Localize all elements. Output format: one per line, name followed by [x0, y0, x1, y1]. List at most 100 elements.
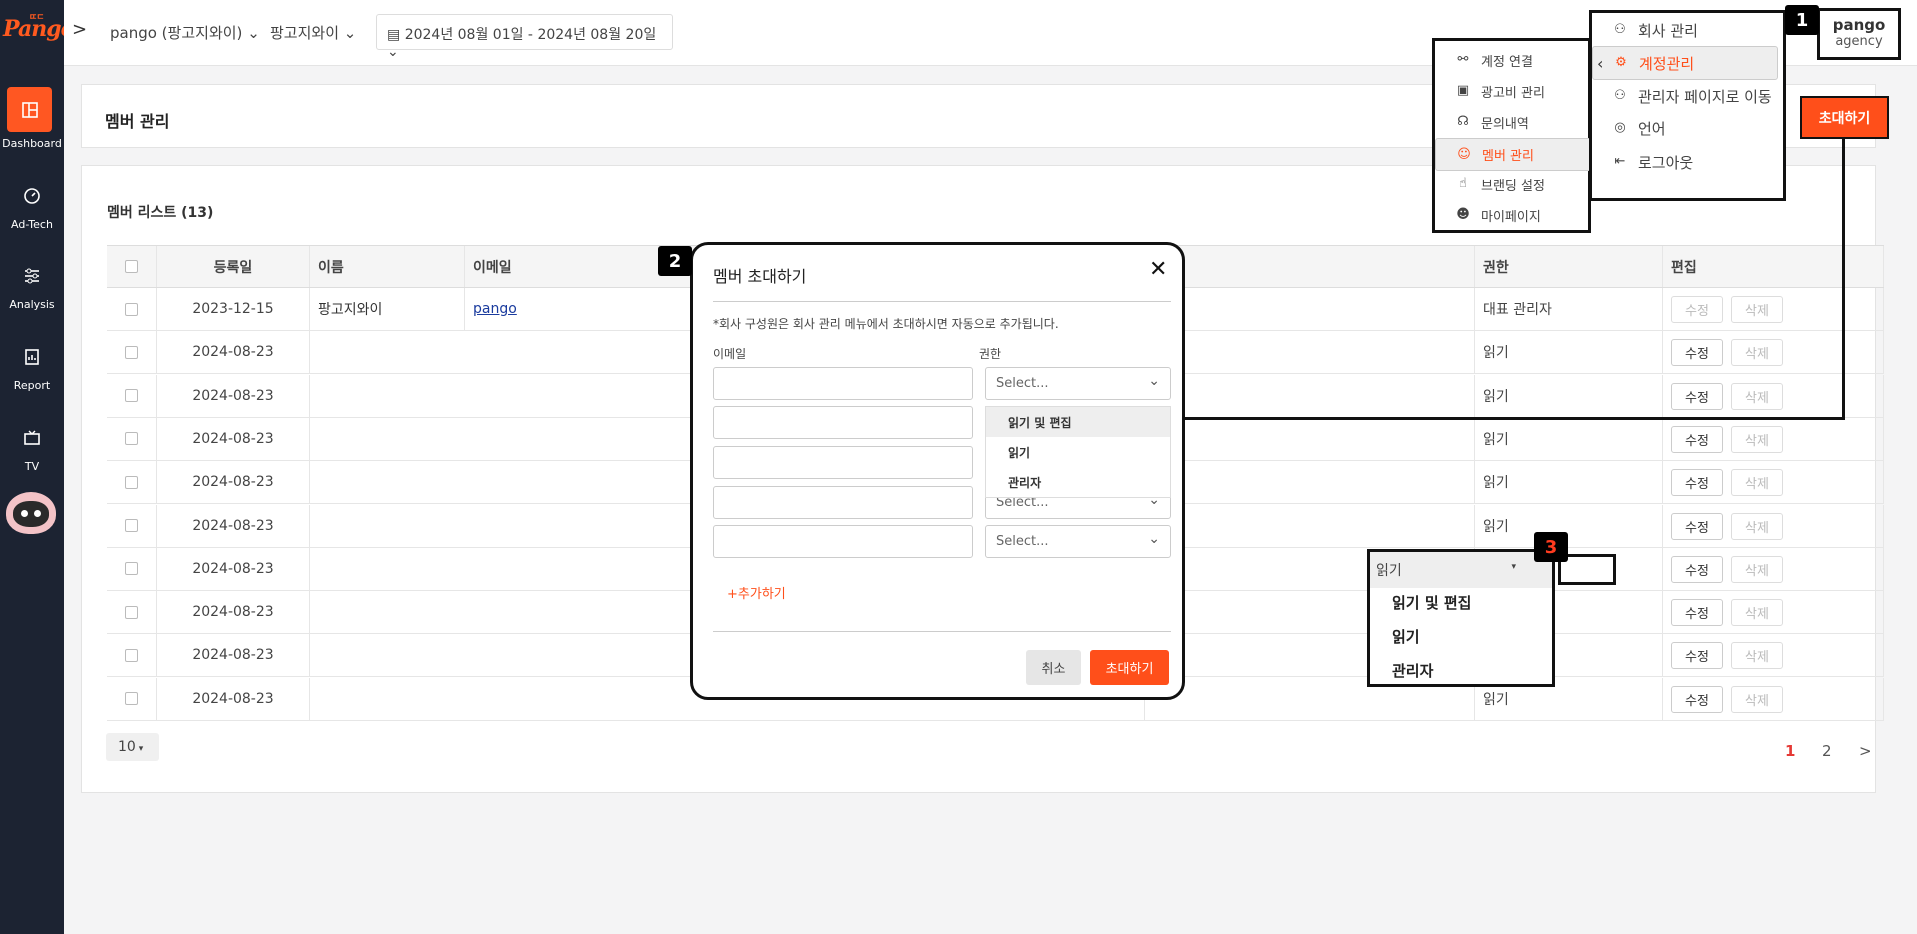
- sub-menu-item-0[interactable]: ⚯ 계정 연결: [1435, 45, 1588, 75]
- member-icon: ☺: [1457, 146, 1471, 162]
- email-input-4[interactable]: [713, 486, 973, 519]
- edit-button[interactable]: 수정: [1671, 512, 1723, 540]
- invite-button[interactable]: 초대하기: [1800, 96, 1889, 139]
- chevron-down-icon: ⌄: [343, 24, 357, 42]
- edit-button[interactable]: 수정: [1671, 339, 1723, 367]
- account-select[interactable]: pango (팡고지와이) ⌄: [110, 22, 260, 43]
- submit-invite-button[interactable]: 초대하기: [1090, 650, 1169, 685]
- annotation-badge-1: 1: [1785, 5, 1819, 35]
- tv-icon: [18, 424, 46, 452]
- role-option-admin[interactable]: 관리자: [1392, 660, 1433, 681]
- account-menu-item-0[interactable]: ⚇ 회사 관리: [1592, 13, 1783, 47]
- caret-down-icon: ▾: [1511, 562, 1516, 572]
- delete-button[interactable]: 삭제: [1731, 382, 1783, 410]
- account-sub-menu: ⚯ 계정 연결 ▣ 광고비 관리 ☊ 문의내역 ☺ 멤버 관리 ☝ 브랜딩 설정 ☻ 마이페이지: [1432, 38, 1621, 233]
- edit-button[interactable]: 수정: [1671, 599, 1723, 627]
- row-checkbox[interactable]: [125, 519, 138, 532]
- role-option-read-edit[interactable]: 읽기 및 편집: [1392, 592, 1471, 613]
- dashboard-icon: [7, 87, 52, 132]
- expand-sidebar-icon[interactable]: >: [72, 19, 87, 40]
- sub-menu-item-2[interactable]: ☊ 문의내역: [1435, 107, 1588, 137]
- sidebar-item-ad-tech[interactable]: Ad-Tech: [0, 176, 64, 246]
- role-select-1[interactable]: Select... ⌄: [985, 367, 1171, 400]
- account-menu-item-2[interactable]: ⚇ 관리자 페이지로 이동: [1592, 79, 1783, 113]
- email-label: 이메일: [713, 347, 747, 361]
- modal-title: 멤버 초대하기: [713, 267, 807, 286]
- edit-button[interactable]: 수정: [1671, 685, 1723, 713]
- delete-button[interactable]: 삭제: [1731, 296, 1783, 323]
- role-option-read[interactable]: 읽기: [1392, 626, 1420, 647]
- row-checkbox[interactable]: [125, 562, 138, 576]
- row-email-link[interactable]: pango: [473, 301, 517, 317]
- email-input-5[interactable]: [713, 525, 973, 558]
- row-role: 읽기: [1475, 331, 1663, 374]
- delete-button[interactable]: 삭제: [1731, 339, 1783, 367]
- account-menu-item-4[interactable]: ⇤ 로그아웃: [1592, 145, 1783, 179]
- delete-button[interactable]: 삭제: [1731, 599, 1783, 627]
- row-date: 2024-08-23: [157, 417, 310, 460]
- user-gear-icon: ⚙: [1615, 55, 1627, 70]
- edit-button[interactable]: 수정: [1671, 296, 1723, 323]
- sidebar-item-analysis[interactable]: Analysis: [0, 256, 64, 326]
- sidebar-item-dashboard[interactable]: Dashboard: [0, 87, 64, 157]
- row-date: 2024-08-23: [157, 374, 310, 417]
- row-date: 2024-08-23: [157, 547, 310, 590]
- sub-menu-item-1[interactable]: ▣ 광고비 관리: [1435, 76, 1588, 106]
- account-menu-item-1[interactable]: ‹ ⚙ 계정관리: [1592, 46, 1778, 80]
- mascot-avatar[interactable]: [6, 492, 56, 534]
- date-range-picker[interactable]: ▤ 2024년 08월 01일 - 2024년 08월 20일 ⌄: [376, 14, 673, 60]
- page-size-select[interactable]: 10 ▾: [106, 733, 159, 761]
- network-icon: ⚯: [1457, 52, 1469, 67]
- row-checkbox[interactable]: [125, 432, 138, 446]
- edit-button[interactable]: 수정: [1671, 469, 1723, 497]
- sub-menu-item-4[interactable]: ☝ 브랜딩 설정: [1435, 169, 1588, 199]
- row-checkbox[interactable]: [125, 389, 138, 403]
- row-checkbox[interactable]: [125, 692, 138, 706]
- report-icon: [18, 343, 46, 371]
- cancel-button[interactable]: 취소: [1026, 650, 1081, 685]
- edit-button[interactable]: 수정: [1671, 382, 1723, 410]
- email-input-3[interactable]: [713, 446, 973, 479]
- pango-logo[interactable]: ㄸㄷ Pango: [3, 13, 75, 50]
- header-date: 등록일: [157, 246, 310, 287]
- close-icon[interactable]: ✕: [1149, 257, 1167, 282]
- delete-button[interactable]: 삭제: [1731, 425, 1783, 453]
- row-checkbox[interactable]: [125, 302, 138, 316]
- delete-button[interactable]: 삭제: [1731, 512, 1783, 540]
- row-checkbox[interactable]: [125, 605, 138, 619]
- sub-menu-item-5[interactable]: ☻ 마이페이지: [1435, 200, 1588, 230]
- email-input-1[interactable]: [713, 367, 973, 400]
- delete-button[interactable]: 삭제: [1731, 642, 1783, 670]
- select-all-checkbox[interactable]: [125, 260, 138, 273]
- row-role: 읽기: [1475, 417, 1663, 460]
- row-checkbox[interactable]: [125, 648, 138, 662]
- sidebar-item-report[interactable]: Report: [0, 337, 64, 407]
- delete-button[interactable]: 삭제: [1731, 685, 1783, 713]
- role-select-5[interactable]: Select... ⌄: [985, 525, 1171, 558]
- chevron-down-icon: ⌄: [1148, 531, 1160, 547]
- email-input-2[interactable]: [713, 406, 973, 439]
- company-select[interactable]: 팡고지와이 ⌄: [270, 22, 356, 43]
- role-dropdown-current[interactable]: 읽기 ▾: [1370, 552, 1552, 588]
- sidebar: ㄸㄷ Pango Dashboard Ad-Tech Analysis Repor…: [0, 0, 75, 934]
- click-icon: ☝: [1459, 176, 1467, 191]
- row-checkbox[interactable]: [125, 475, 138, 489]
- account-menu-item-3[interactable]: ◎ 언어: [1592, 111, 1783, 145]
- add-more-link[interactable]: +추가하기: [727, 583, 786, 602]
- option-read[interactable]: 읽기: [986, 437, 1170, 467]
- next-page-icon[interactable]: >: [1859, 742, 1872, 760]
- delete-button[interactable]: 삭제: [1731, 469, 1783, 497]
- page-1[interactable]: 1: [1785, 742, 1795, 760]
- sidebar-item-tv[interactable]: TV: [0, 418, 64, 488]
- edit-button[interactable]: 수정: [1671, 555, 1723, 583]
- page-2[interactable]: 2: [1822, 742, 1832, 760]
- row-checkbox[interactable]: [125, 345, 138, 359]
- edit-button[interactable]: 수정: [1671, 425, 1723, 453]
- edit-button[interactable]: 수정: [1671, 642, 1723, 670]
- profile-button[interactable]: pango agency: [1817, 8, 1901, 60]
- headset-icon: ☊: [1457, 114, 1469, 129]
- header-cell: [1145, 246, 1475, 287]
- option-admin[interactable]: 관리자: [986, 467, 1170, 497]
- delete-button[interactable]: 삭제: [1731, 555, 1783, 583]
- option-read-edit[interactable]: 읽기 및 편집: [986, 407, 1170, 437]
